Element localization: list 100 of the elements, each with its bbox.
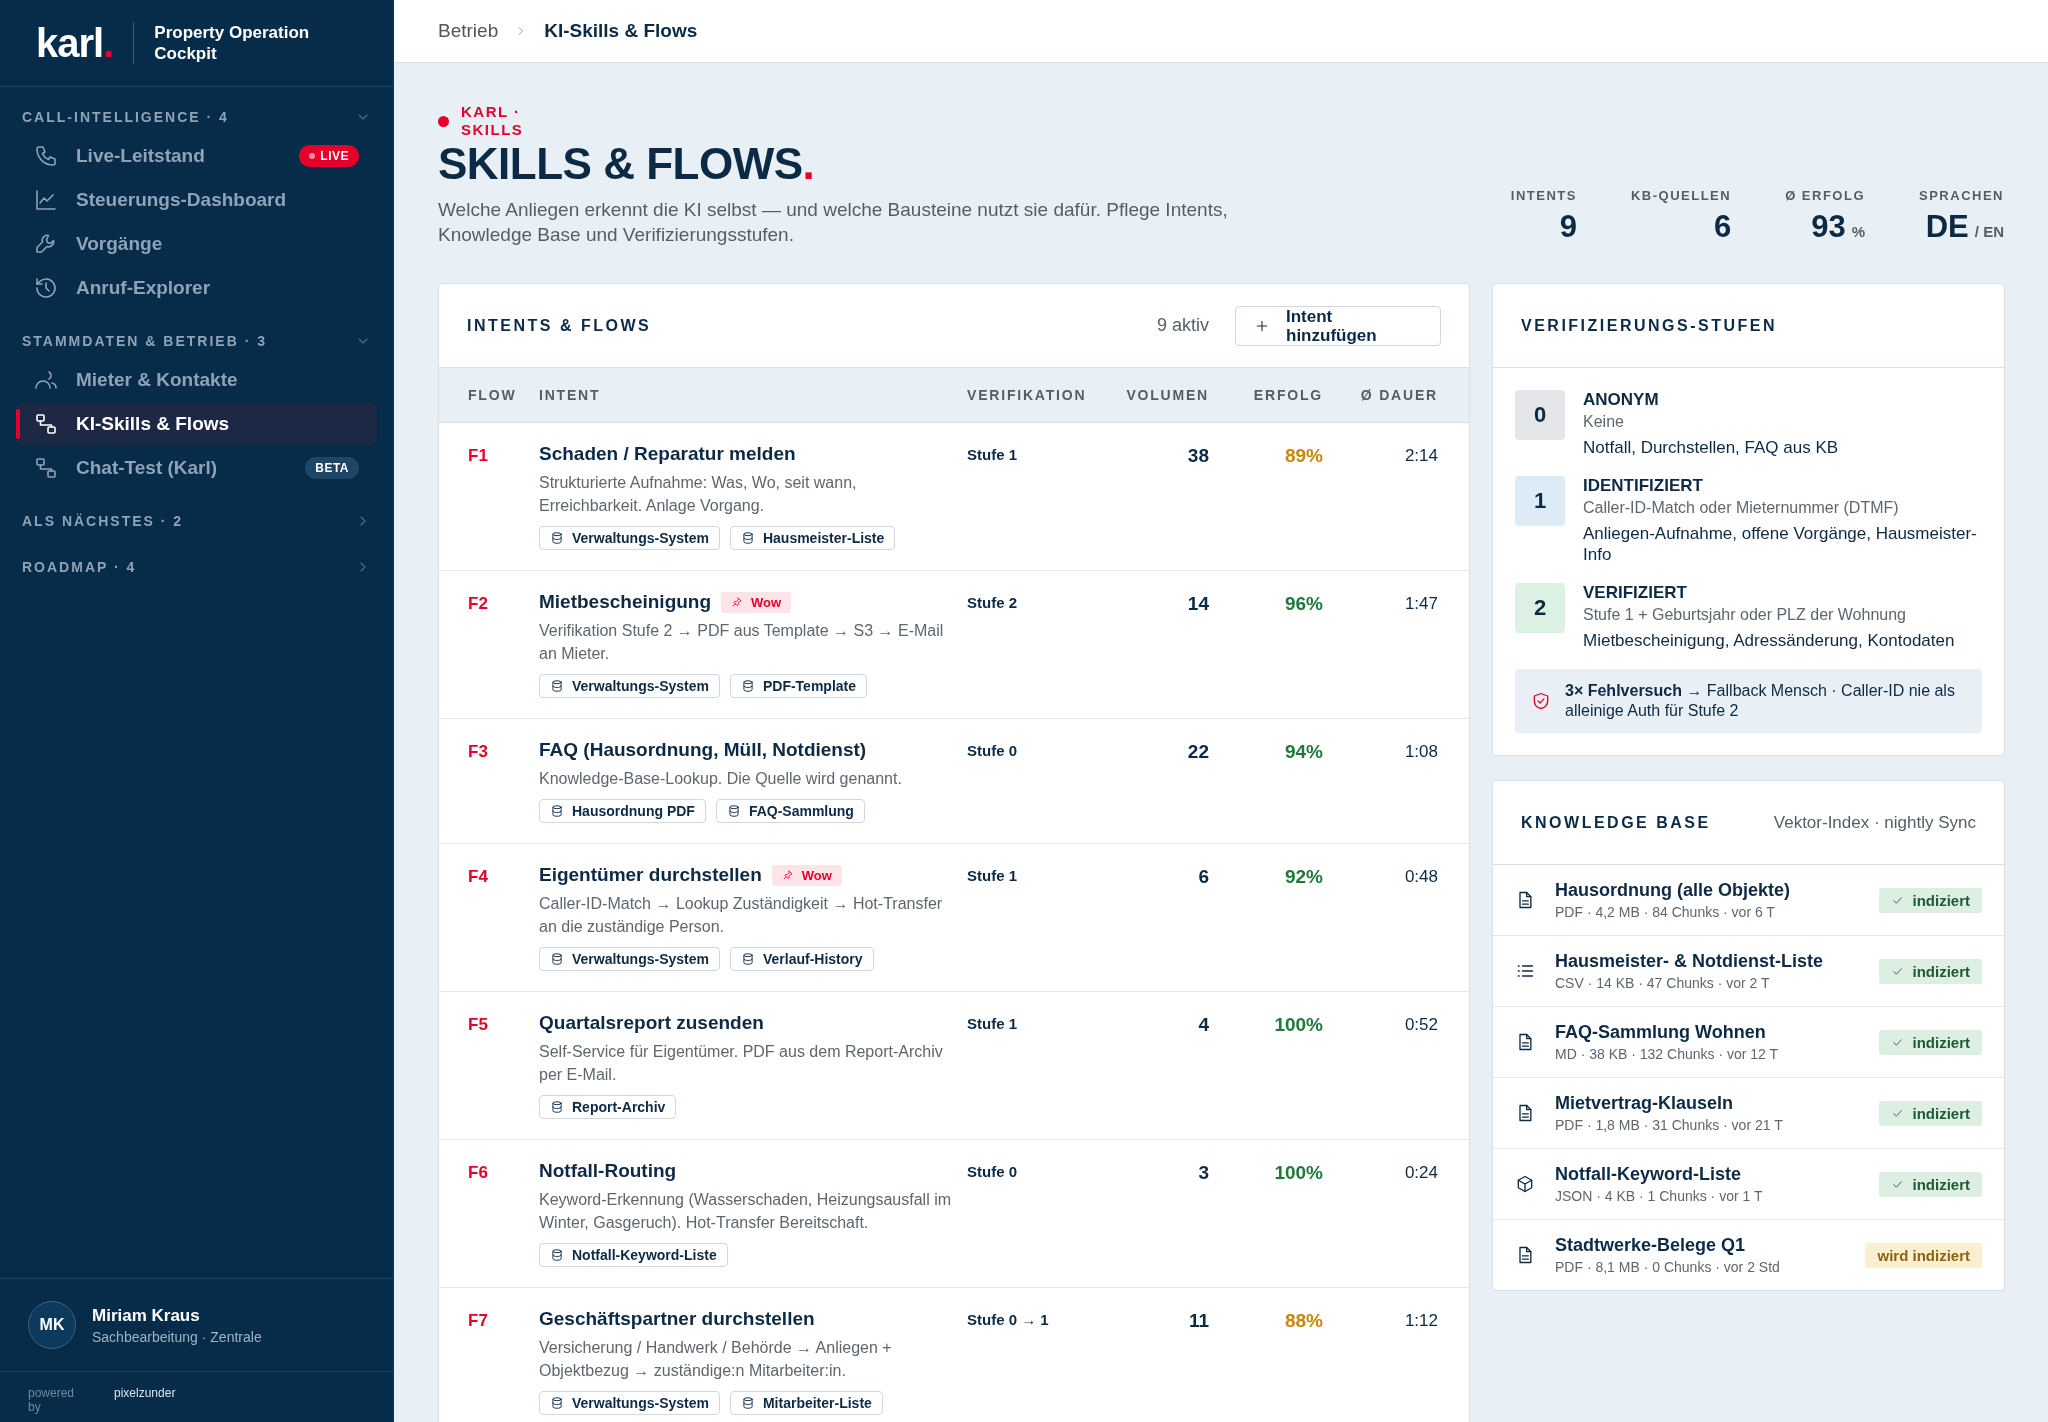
volume-value: 3 xyxy=(1197,1161,1209,1184)
source-name[interactable]: Notfall-Keyword-Liste xyxy=(1555,1164,1860,1185)
vendor-name[interactable]: pixelzunder xyxy=(114,1386,176,1400)
intent-title[interactable]: Quartalsreport zusenden xyxy=(539,1012,764,1034)
level-number: 1 xyxy=(1515,476,1565,526)
section-heading[interactable]: ROADMAP · 4 xyxy=(22,559,137,575)
verification-level: Stufe 0 xyxy=(967,1162,1018,1180)
duration-value: 1:47 xyxy=(1403,593,1438,614)
source-name[interactable]: FAQ-Sammlung Wohnen xyxy=(1555,1022,1860,1043)
intent-description: Verifikation Stufe 2 → PDF aus Template → S3 → E-Mail an Mieter. xyxy=(539,621,945,664)
source-name[interactable]: Mietvertrag-Klauseln xyxy=(1555,1093,1860,1114)
level-permissions: Anliegen-Aufnahme, offene Vorgänge, Hausmeister-Info xyxy=(1583,523,1978,565)
column-header: Ø DAUER xyxy=(1359,387,1438,403)
column-header: VOLUMEN xyxy=(1125,387,1209,403)
status-badge: indiziert xyxy=(1879,958,1982,984)
breadcrumb-current: KI-Skills & Flows xyxy=(544,20,698,42)
card-title: VERIFIZIERUNGS-STUFEN xyxy=(1521,316,1779,335)
level-number: 2 xyxy=(1515,583,1565,633)
verification-level: Stufe 0 → 1 xyxy=(967,1310,1050,1328)
flow-icon xyxy=(34,456,58,480)
flow-id: F5 xyxy=(468,1014,489,1035)
verification-level: Stufe 2 xyxy=(967,593,1018,611)
column-header: FLOW xyxy=(468,387,518,403)
source-meta: JSON · 4 KB · 1 Chunks · vor 1 T xyxy=(1555,1188,1764,1204)
source-name[interactable]: Hausordnung (alle Objekte) xyxy=(1555,880,1860,901)
active-count: 9 aktiv xyxy=(1156,315,1209,336)
volume-value: 6 xyxy=(1197,865,1209,888)
nav-item[interactable]: Chat-Test (Karl) BETA xyxy=(16,447,377,489)
source-chip: Verwaltungs-System xyxy=(539,947,720,971)
volume-value: 22 xyxy=(1186,740,1209,763)
intent-title[interactable]: Mietbescheinigung xyxy=(539,591,712,613)
flow-id: F2 xyxy=(468,593,489,614)
user-name: Miriam Kraus xyxy=(92,1305,201,1326)
nav-item[interactable]: Vorgänge xyxy=(16,223,377,265)
level-requirement: Stufe 1 + Geburtsjahr oder PLZ der Wohnung xyxy=(1583,606,1907,624)
status-badge: BETA xyxy=(305,457,359,479)
intent-description: Strukturierte Aufnahme: Was, Wo, seit wann, Erreichbarkeit. Anlage Vorgang. xyxy=(539,473,858,516)
stat-value: 6 xyxy=(1713,209,1732,245)
card-subtitle: Vektor-Index · nightly Sync xyxy=(1773,812,1976,833)
intent-title[interactable]: FAQ (Hausordnung, Müll, Notdienst) xyxy=(539,739,867,761)
section-heading[interactable]: STAMMDATEN & BETRIEB · 3 xyxy=(22,333,268,349)
product-name: Property Operation Cockpit xyxy=(154,22,311,64)
intent-description: Versicherung / Handwerk / Behörde → Anliegen + Objektbezug → zuständige:n Mitarbeiter:in. xyxy=(539,1338,893,1381)
cube-icon xyxy=(1515,1174,1535,1194)
verification-level: Stufe 1 xyxy=(967,866,1018,884)
card-title: KNOWLEDGE BASE xyxy=(1521,813,1712,832)
section-heading[interactable]: ALS NÄCHSTES · 2 xyxy=(22,513,184,529)
duration-value: 0:24 xyxy=(1403,1162,1438,1183)
source-name[interactable]: Stadtwerke-Belege Q1 xyxy=(1555,1235,1846,1256)
intent-description: Caller-ID-Match → Lookup Zuständigkeit → Hot-Transfer an die zuständige Person. xyxy=(539,894,944,937)
source-chip: Hausordnung PDF xyxy=(539,799,706,823)
note-text: 3× Fehlversuch → Fallback Mensch · Caller-ID nie als alleinige Auth für Stufe 2 xyxy=(1565,681,1956,721)
status-badge: indiziert xyxy=(1879,1100,1982,1126)
chart-icon xyxy=(34,188,58,212)
flow-id: F6 xyxy=(468,1162,489,1183)
tag: Wow xyxy=(771,864,842,886)
status-badge: indiziert xyxy=(1879,1029,1982,1055)
success-rate: 89% xyxy=(1283,444,1323,467)
intent-description: Self-Service für Eigentümer. PDF aus dem Report-Archiv per E-Mail. xyxy=(539,1042,944,1085)
source-chip: PDF-Template xyxy=(729,674,868,698)
powered-by-label: powered by xyxy=(28,1386,76,1414)
user-avatar[interactable]: MK xyxy=(28,1301,76,1349)
nav-item[interactable]: KI-Skills & Flows xyxy=(16,403,377,445)
volume-value: 11 xyxy=(1187,1309,1209,1332)
status-badge: indiziert xyxy=(1879,1171,1982,1197)
intent-title[interactable]: Schaden / Reparatur melden xyxy=(539,443,796,465)
stat-unit: / EN xyxy=(1974,223,2004,240)
source-chip: Mitarbeiter-Liste xyxy=(729,1391,883,1415)
intent-title[interactable]: Notfall-Routing xyxy=(539,1160,677,1182)
volume-value: 4 xyxy=(1197,1013,1209,1036)
users-icon xyxy=(34,368,58,392)
nav-item[interactable]: Anruf-Explorer xyxy=(16,267,377,309)
intent-title[interactable]: Eigentümer durchstellen xyxy=(539,864,762,886)
source-meta: PDF · 4,2 MB · 84 Chunks · vor 6 T xyxy=(1555,904,1776,920)
duration-value: 0:48 xyxy=(1403,866,1438,887)
section-heading[interactable]: CALL-INTELLIGENCE · 4 xyxy=(22,109,229,125)
database-icon xyxy=(726,804,741,818)
duration-value: 2:14 xyxy=(1403,445,1438,466)
source-chip: Notfall-Keyword-Liste xyxy=(539,1243,728,1267)
volume-value: 38 xyxy=(1186,444,1209,467)
shield-icon xyxy=(1531,691,1551,711)
level-requirement: Keine xyxy=(1583,413,1625,431)
database-icon xyxy=(550,1248,564,1262)
nav-item[interactable]: Mieter & Kontakte xyxy=(16,359,377,401)
intent-description: Knowledge-Base-Lookup. Die Quelle wird genannt. xyxy=(539,769,903,789)
verification-level: Stufe 1 xyxy=(967,1014,1018,1032)
source-name[interactable]: Hausmeister- & Notdienst-Liste xyxy=(1555,951,1860,972)
source-chip: FAQ-Sammlung xyxy=(715,799,865,823)
database-icon xyxy=(740,679,755,693)
success-rate: 92% xyxy=(1283,865,1323,888)
page-title: SKILLS & FLOWS. xyxy=(438,139,816,189)
nav-item[interactable]: Steuerungs-Dashboard xyxy=(16,179,377,221)
add-intent-button[interactable]: Intent hinzufügen xyxy=(1235,305,1441,346)
nav-item[interactable]: Live-Leitstand LIVE xyxy=(16,135,377,177)
breadcrumb-link[interactable]: Betrieb xyxy=(438,20,499,42)
database-icon xyxy=(550,1396,564,1410)
intent-title[interactable]: Geschäftspartner durchstellen xyxy=(539,1308,815,1330)
stat-value: DE xyxy=(1925,209,1969,245)
duration-value: 1:12 xyxy=(1403,1310,1438,1331)
source-meta: MD · 38 KB · 132 Chunks · vor 12 T xyxy=(1555,1046,1780,1062)
